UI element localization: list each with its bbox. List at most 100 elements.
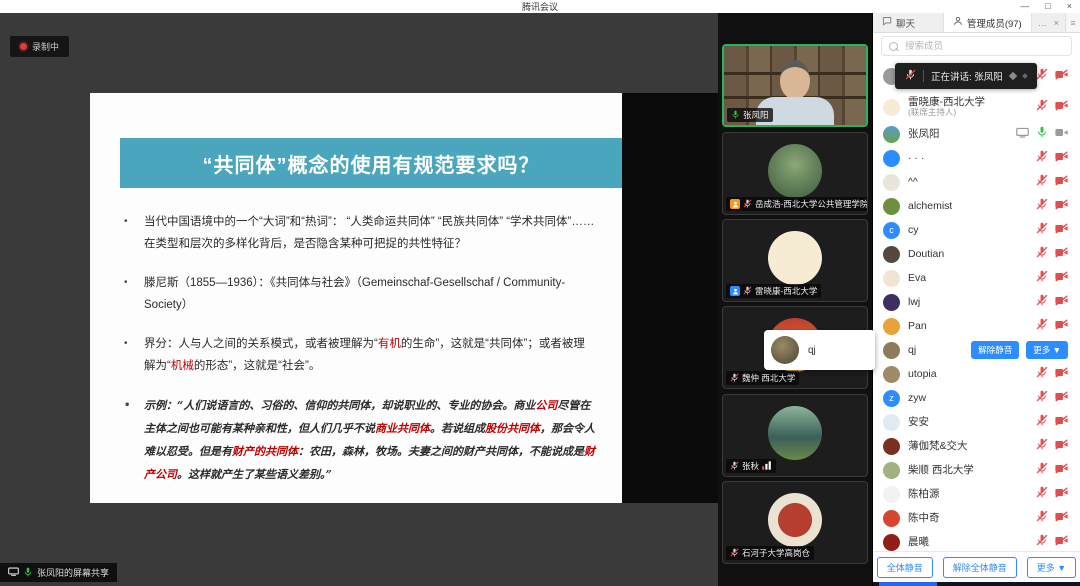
member-names: · · ·: [908, 152, 924, 164]
member-more-button[interactable]: 更多 ▼: [1026, 341, 1068, 359]
share-source-text: 张凤阳的屏幕共享: [37, 566, 109, 579]
search-box[interactable]: [881, 36, 1072, 56]
speaking-text: 正在讲话: 张凤阳: [931, 69, 1003, 83]
shared-screen-black-area: [622, 93, 718, 503]
mic-muted-icon: [1036, 173, 1048, 191]
avatar: [883, 270, 900, 287]
tile-participant-name: 张秋: [742, 460, 759, 472]
member-role: (联席主持人): [908, 108, 985, 118]
member-row[interactable]: Eva: [873, 266, 1080, 290]
member-row[interactable]: 雷晓康-西北大学(联席主持人): [873, 92, 1080, 122]
member-row[interactable]: 张凤阳: [873, 122, 1080, 146]
mic-muted-icon: [1036, 413, 1048, 431]
search-members-input[interactable]: [903, 40, 1064, 53]
member-row[interactable]: · · ·: [873, 146, 1080, 170]
mute-all-button[interactable]: 全体静音: [877, 557, 933, 578]
member-row[interactable]: ccy: [873, 218, 1080, 242]
member-row[interactable]: 柴顺 西北大学: [873, 458, 1080, 482]
member-status-icons: [1036, 317, 1068, 335]
hand-raised-icon: [730, 286, 740, 296]
screen-share-area: “共同体”概念的使用有规范要求吗？ 当代中国语境中的一个“大词”和“热词”： “…: [0, 13, 718, 586]
member-row[interactable]: ^^: [873, 170, 1080, 194]
video-thumbnails-column: 张凤阳岳成浩-西北大学公共管理学院雷晓康-西北大学魏仲 西北大学张秋石河子大学高…: [718, 13, 872, 586]
panel-footer: 全体静音 解除全体静音 更多 ▼: [873, 551, 1080, 582]
panel-more-icon[interactable]: …: [1038, 18, 1047, 28]
member-row[interactable]: 陈柏源: [873, 482, 1080, 506]
member-status-icons: [1036, 293, 1068, 311]
unmute-member-button[interactable]: 解除静音: [971, 341, 1019, 359]
panel-menu-icon[interactable]: ≡: [1065, 13, 1080, 32]
avatar: [883, 198, 900, 215]
qj-avatar: [771, 336, 799, 364]
panel-close-icon[interactable]: ×: [1054, 18, 1059, 28]
member-row[interactable]: lwj: [873, 290, 1080, 314]
mic-muted-icon: [1036, 245, 1048, 263]
video-tile[interactable]: 张秋: [722, 394, 868, 477]
camera-muted-icon: [1055, 197, 1068, 215]
window-title: 腾讯会议: [522, 0, 558, 13]
member-row[interactable]: 陈中奇: [873, 506, 1080, 530]
member-names: 陈柏源: [908, 488, 940, 500]
member-status-icons: [1036, 269, 1068, 287]
member-names: 柴顺 西北大学: [908, 464, 974, 476]
tab-members[interactable]: 管理成员(97): [943, 13, 1032, 32]
member-row[interactable]: Doutian: [873, 242, 1080, 266]
mic-muted-icon: [1036, 269, 1048, 287]
audio-wave-icon: [1009, 72, 1017, 80]
minimize-button[interactable]: —: [1020, 2, 1029, 11]
video-tile[interactable]: 石河子大学高岗仓: [722, 481, 868, 564]
tencent-meeting-window: 腾讯会议 — □ × “共同体”概念的使用有规范要求吗？ 当代中国语境中的一个“…: [0, 0, 1080, 586]
member-name: utopia: [908, 368, 937, 380]
member-row[interactable]: Pan: [873, 314, 1080, 338]
mic-muted-icon: [905, 69, 916, 83]
mic-muted-icon: [1036, 197, 1048, 215]
video-tile-speaker[interactable]: 张凤阳: [722, 44, 868, 127]
close-button[interactable]: ×: [1067, 2, 1072, 11]
member-row[interactable]: zzyw: [873, 386, 1080, 410]
maximize-button[interactable]: □: [1045, 2, 1050, 11]
video-tile[interactable]: 岳成浩-西北大学公共管理学院: [722, 132, 868, 215]
member-row-speaking[interactable]: 正在讲话: 张凤阳: [873, 60, 1080, 92]
tile-name-label: 岳成浩-西北大学公共管理学院: [726, 197, 868, 211]
avatar: [883, 534, 900, 551]
member-status-icons: [1036, 533, 1068, 551]
member-row[interactable]: alchemist: [873, 194, 1080, 218]
member-status-icons: [1036, 365, 1068, 383]
member-names: Pan: [908, 320, 927, 332]
presentation-slide: “共同体”概念的使用有规范要求吗？ 当代中国语境中的一个“大词”和“热词”： “…: [90, 93, 622, 503]
tab-chat[interactable]: 聊天: [873, 13, 943, 32]
member-row[interactable]: 薄伽梵&交大: [873, 434, 1080, 458]
slide-title-banner: “共同体”概念的使用有规范要求吗？: [120, 138, 622, 188]
member-status-icons: [1016, 125, 1068, 143]
member-row[interactable]: qj解除静音更多 ▼: [873, 338, 1080, 362]
tile-name-label: 魏仲 西北大学: [726, 371, 799, 385]
mic-muted-icon: [1036, 221, 1048, 239]
member-name: lwj: [908, 296, 920, 308]
member-status-icons: [1036, 173, 1068, 191]
member-row[interactable]: utopia: [873, 362, 1080, 386]
member-row[interactable]: 安安: [873, 410, 1080, 434]
avatar: [883, 342, 900, 359]
member-names: lwj: [908, 296, 920, 308]
slide-bullet: 示例：“人们说语言的、习俗的、信仰的共同体，却说职业的、专业的协会。商业公司尽管…: [122, 394, 596, 486]
tile-participant-name: 岳成浩-西北大学公共管理学院: [755, 198, 868, 210]
video-tile[interactable]: 雷晓康-西北大学: [722, 219, 868, 302]
unmute-all-button[interactable]: 解除全体静音: [943, 557, 1017, 578]
member-names: 安安: [908, 416, 929, 428]
member-status-icons: [1036, 389, 1068, 407]
member-names: Eva: [908, 272, 926, 284]
footer-more-button[interactable]: 更多 ▼: [1027, 557, 1076, 578]
avatar: [883, 294, 900, 311]
avatar: z: [883, 390, 900, 407]
qj-hover-tooltip: qj: [764, 330, 875, 370]
member-names: Doutian: [908, 248, 944, 260]
member-name: 陈柏源: [908, 488, 940, 500]
member-row[interactable]: 晨曦: [873, 530, 1080, 552]
hand-raised-icon: [730, 199, 740, 209]
member-status-icons: [1036, 221, 1068, 239]
tile-participant-name: 张凤阳: [743, 109, 769, 121]
avatar: [883, 150, 900, 167]
avatar: [883, 414, 900, 431]
camera-muted-icon: [1055, 413, 1068, 431]
member-names: 薄伽梵&交大: [908, 440, 968, 452]
